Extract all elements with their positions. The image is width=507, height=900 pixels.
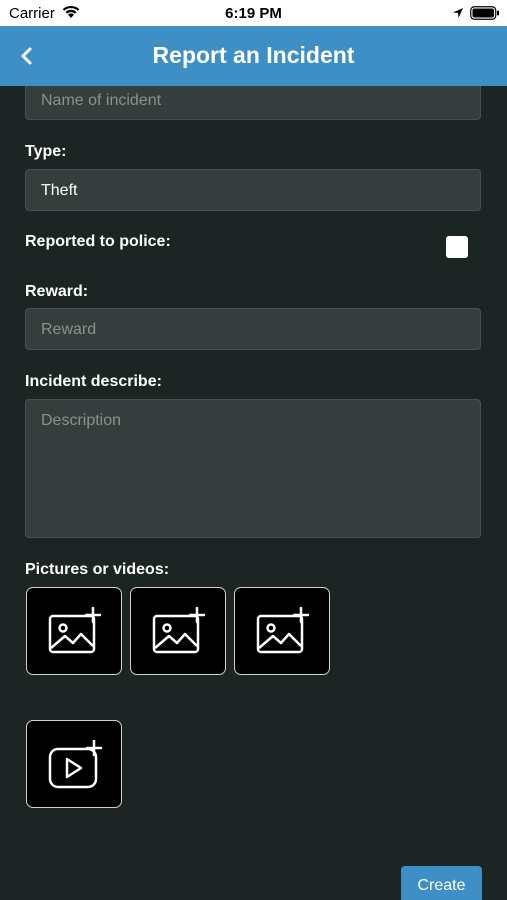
location-icon — [452, 6, 464, 24]
type-label: Type: — [25, 143, 67, 160]
pictures-or-videos-label: Pictures or videos: — [25, 561, 170, 578]
add-video-icon — [48, 740, 103, 789]
type-select[interactable]: Theft — [25, 169, 481, 211]
create-button[interactable]: Create — [401, 866, 482, 900]
add-image-icon — [48, 607, 102, 654]
reward-input[interactable]: Reward — [25, 308, 481, 350]
battery-icon — [470, 6, 500, 25]
incident-name-input[interactable]: Name of incident — [25, 86, 481, 120]
add-picture-button[interactable] — [234, 587, 330, 675]
reward-label: Reward: — [25, 283, 89, 300]
incident-form: Name of incident Type: Theft Reported to… — [0, 86, 507, 900]
add-image-icon — [256, 607, 310, 654]
add-picture-button[interactable] — [26, 587, 122, 675]
incident-describe-label: Incident describe: — [25, 373, 162, 390]
add-video-button[interactable] — [26, 720, 122, 808]
clock: 6:19 PM — [225, 5, 282, 22]
reported-to-police-checkbox[interactable] — [446, 236, 468, 258]
status-bar: Carrier 6:19 PM — [0, 0, 507, 26]
page-title: Report an Incident — [152, 42, 355, 68]
add-picture-button[interactable] — [130, 587, 226, 675]
description-textarea[interactable]: Description — [25, 399, 481, 538]
add-image-icon — [152, 607, 206, 654]
reported-to-police-label: Reported to police: — [25, 233, 171, 250]
nav-bar: Report an Incident — [0, 26, 507, 86]
